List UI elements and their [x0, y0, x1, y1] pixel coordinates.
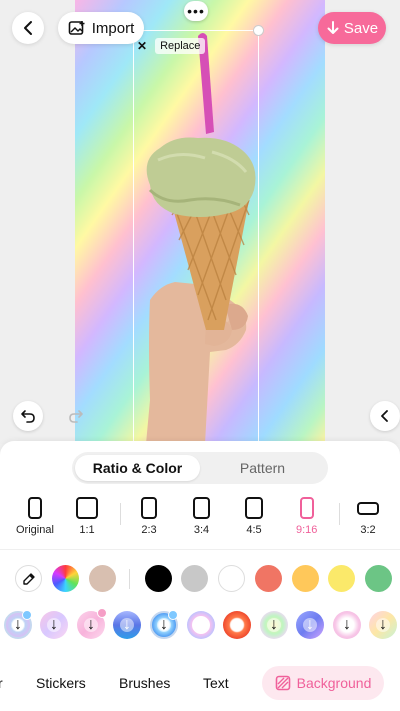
tab-ratio-color[interactable]: Ratio & Color: [75, 455, 200, 481]
bottom-toolbar: r Stickers Brushes Text Background: [0, 666, 400, 702]
pattern-item[interactable]: ↓: [260, 611, 288, 639]
redo-button[interactable]: [61, 401, 91, 431]
swatch-orange[interactable]: [292, 565, 319, 592]
download-icon: [327, 21, 339, 34]
chevron-left-icon: [24, 21, 32, 35]
ratio-label: 3:2: [360, 524, 376, 536]
background-panel: Ratio & Color Pattern Original 1:1 2:3 3…: [0, 441, 400, 711]
ratio-4-5-icon: [245, 497, 263, 519]
selection-box[interactable]: [133, 25, 264, 444]
pattern-item[interactable]: ↓: [113, 611, 141, 639]
tab-text[interactable]: Text: [203, 675, 229, 691]
ratio-original[interactable]: Original: [16, 497, 54, 536]
ratio-label: 9:16: [296, 524, 318, 536]
resize-handle[interactable]: [253, 25, 264, 36]
save-button[interactable]: Save: [318, 12, 386, 44]
premium-icon: [168, 610, 178, 620]
save-label: Save: [343, 19, 379, 37]
pattern-item[interactable]: ↓: [4, 610, 32, 639]
background-pattern-icon: [275, 675, 290, 691]
swatch-gray[interactable]: [181, 565, 208, 592]
swatch-yellow[interactable]: [328, 565, 355, 592]
color-swatches: [0, 565, 400, 597]
swatch-white[interactable]: [218, 565, 245, 592]
ratio-label: 2:3: [141, 524, 157, 536]
download-icon: ↓: [230, 616, 244, 633]
more-options-icon: •••: [187, 3, 205, 19]
premium-icon: [22, 610, 32, 620]
ratio-9-16[interactable]: 9:16: [296, 497, 317, 536]
ratio-3-2[interactable]: 3:2: [357, 502, 379, 536]
ratio-1-1-icon: [76, 497, 98, 519]
ratio-2-3[interactable]: 2:3: [141, 497, 157, 536]
download-icon: ↓: [376, 616, 390, 633]
download-icon: ↓: [84, 616, 98, 633]
download-icon: ↓: [303, 616, 317, 633]
tab-background-label: Background: [296, 675, 372, 691]
tab-filter[interactable]: r: [0, 675, 3, 691]
premium-icon: [97, 608, 107, 618]
swatch-beige[interactable]: [89, 565, 116, 592]
pattern-item[interactable]: ↓: [223, 611, 251, 639]
swatch-coral[interactable]: [255, 565, 282, 592]
tab-stickers[interactable]: Stickers: [36, 675, 86, 691]
ratio-2-3-icon: [141, 497, 157, 519]
pattern-item[interactable]: [187, 611, 215, 639]
undo-icon: [21, 410, 35, 423]
ratio-label: 4:5: [246, 524, 262, 536]
eyedropper-icon: [22, 572, 35, 585]
ratio-9-16-icon: [299, 497, 314, 519]
download-icon: ↓: [11, 616, 25, 633]
pattern-thumbnails: ↓ ↓ ↓ ↓ ↓ ↓ ↓ ↓ ↓ ↓: [0, 608, 400, 643]
ratio-3-4[interactable]: 3:4: [193, 497, 210, 536]
download-icon: ↓: [47, 616, 61, 633]
tab-brushes[interactable]: Brushes: [119, 675, 170, 691]
chevron-left-icon: [381, 410, 388, 422]
download-icon: [192, 616, 210, 634]
color-wheel-icon[interactable]: [52, 565, 79, 592]
ratio-label: 3:4: [193, 524, 210, 536]
redo-icon: [69, 410, 83, 423]
ratio-original-icon: [27, 497, 42, 519]
pattern-item[interactable]: ↓: [296, 611, 324, 639]
download-icon: ↓: [267, 616, 281, 633]
pattern-item[interactable]: ↓: [333, 611, 361, 639]
ratio-1-1[interactable]: 1:1: [76, 497, 98, 536]
tab-background[interactable]: Background: [262, 666, 384, 700]
pattern-item[interactable]: ↓: [150, 610, 178, 639]
more-options-button[interactable]: •••: [184, 1, 208, 21]
pattern-item[interactable]: ↓: [40, 611, 68, 639]
ratio-label: Original: [16, 524, 54, 536]
divider: [120, 503, 121, 525]
import-button[interactable]: Import: [58, 12, 144, 44]
download-icon: ↓: [340, 616, 354, 633]
divider: [129, 569, 130, 589]
back-button[interactable]: [12, 12, 44, 44]
tab-pattern[interactable]: Pattern: [200, 455, 325, 481]
pattern-item[interactable]: ↓: [369, 611, 397, 639]
import-image-icon: [68, 21, 85, 35]
divider: [339, 503, 340, 525]
close-icon[interactable]: ✕: [137, 39, 147, 53]
pattern-item[interactable]: ↓: [77, 608, 107, 639]
ratio-4-5[interactable]: 4:5: [245, 497, 263, 536]
swatch-green[interactable]: [365, 565, 392, 592]
undo-button[interactable]: [13, 401, 43, 431]
divider: [0, 549, 400, 550]
eyedropper-button[interactable]: [15, 565, 42, 592]
swatch-black[interactable]: [145, 565, 172, 592]
segmented-control: Ratio & Color Pattern: [72, 452, 328, 484]
ratio-3-4-icon: [193, 497, 210, 519]
ratio-options: Original 1:1 2:3 3:4 4:5 9:16 3:2: [0, 497, 400, 547]
collapse-panel-button[interactable]: [370, 401, 400, 431]
replace-chip[interactable]: ✕ Replace: [137, 37, 206, 55]
canvas-area: ••• ✕ Replace Import Save: [0, 0, 400, 444]
download-icon: ↓: [120, 616, 134, 633]
ratio-3-2-icon: [357, 502, 379, 515]
replace-label[interactable]: Replace: [155, 38, 206, 54]
download-icon: ↓: [157, 616, 171, 633]
ratio-label: 1:1: [79, 524, 95, 536]
import-label: Import: [91, 19, 135, 37]
